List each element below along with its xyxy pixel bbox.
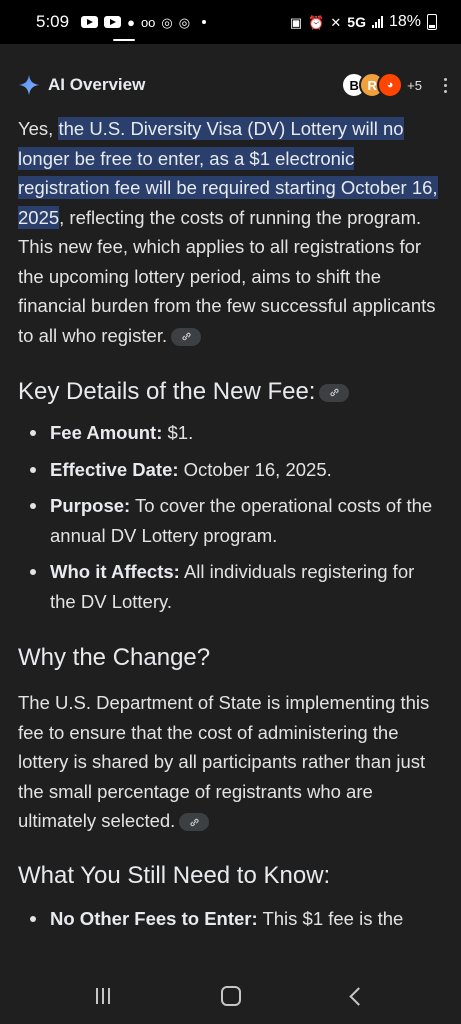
notification-indicator bbox=[113, 39, 135, 41]
ai-overview-content: Yes, the U.S. Diversity Visa (DV) Lotter… bbox=[18, 114, 443, 933]
lock-icon: ▣ bbox=[289, 14, 303, 30]
back-button[interactable] bbox=[349, 986, 369, 1006]
list-item-text: $1. bbox=[162, 422, 194, 443]
link-icon bbox=[330, 388, 339, 397]
sparkle-icon bbox=[18, 74, 40, 96]
list-item-label: Purpose: bbox=[50, 495, 131, 516]
list-item-label: Fee Amount: bbox=[50, 422, 163, 443]
still-know-list: No Other Fees to Enter: This $1 fee is t… bbox=[18, 904, 443, 934]
list-item-text: October 16, 2025. bbox=[178, 458, 332, 480]
youtube-icon bbox=[81, 16, 99, 28]
sources-count: +5 bbox=[407, 77, 422, 93]
list-item: Purpose: To cover the operational costs … bbox=[18, 491, 443, 550]
source-link-chip[interactable] bbox=[319, 383, 350, 402]
recents-button[interactable] bbox=[95, 988, 110, 1004]
why-paragraph: The U.S. Department of State is implemen… bbox=[18, 688, 443, 836]
reddit-icon: ◕ bbox=[377, 72, 404, 98]
battery-percent: 18% bbox=[388, 13, 421, 30]
source-link-chip[interactable] bbox=[171, 327, 202, 346]
link-icon bbox=[190, 818, 199, 826]
why-text: The U.S. Department of State is implemen… bbox=[18, 692, 430, 831]
ai-overview-header: AI Overview B R ◕ +5 bbox=[18, 68, 447, 102]
mute-icon: ✕ bbox=[330, 14, 342, 30]
more-options-icon[interactable] bbox=[444, 77, 447, 93]
network-type: 5G bbox=[347, 14, 366, 30]
intro-suffix: , reflecting the costs of running the pr… bbox=[18, 206, 436, 346]
home-button[interactable] bbox=[220, 986, 241, 1006]
chrome-icon: ◎ bbox=[178, 14, 191, 30]
signal-icon bbox=[371, 16, 383, 28]
status-bar: 5:09 ● oo ◎ ◎ ▣ ⏰ ✕ 5G 18% bbox=[0, 0, 461, 44]
chrome-icon: ◎ bbox=[161, 14, 173, 30]
intro-paragraph: Yes, the U.S. Diversity Visa (DV) Lotter… bbox=[18, 114, 443, 350]
voicemail-icon: oo bbox=[140, 14, 156, 30]
why-heading: Why the Change? bbox=[18, 644, 211, 671]
key-details-heading: Key Details of the New Fee: bbox=[18, 376, 443, 408]
list-item-label: No Other Fees to Enter: bbox=[50, 907, 258, 929]
ai-overview-title: AI Overview bbox=[48, 75, 146, 94]
list-item: Effective Date: October 16, 2025. bbox=[18, 455, 443, 485]
list-item-label: Effective Date: bbox=[50, 458, 179, 480]
battery-icon bbox=[427, 14, 437, 30]
list-item: Fee Amount: $1. bbox=[18, 418, 443, 448]
list-item: No Other Fees to Enter: This $1 fee is t… bbox=[18, 904, 443, 934]
key-details-heading-text: Key Details of the New Fee: bbox=[18, 378, 316, 405]
status-time: 5:09 bbox=[36, 12, 70, 31]
intro-prefix: Yes, bbox=[18, 118, 59, 139]
list-item: Who it Affects: All individuals register… bbox=[18, 557, 443, 616]
sources-button[interactable]: B R ◕ +5 bbox=[341, 72, 422, 98]
navigation-bar bbox=[0, 968, 461, 1024]
more-notifications-icon bbox=[202, 20, 207, 24]
source-link-chip[interactable] bbox=[179, 813, 210, 832]
key-details-list: Fee Amount: $1. Effective Date: October … bbox=[18, 418, 443, 616]
list-item-text: This $1 fee is the bbox=[257, 907, 404, 929]
still-know-heading: What You Still Need to Know: bbox=[18, 861, 331, 889]
link-icon bbox=[182, 332, 191, 341]
list-item-label: Who it Affects: bbox=[50, 561, 180, 582]
alarm-icon: ⏰ bbox=[308, 14, 325, 30]
account-icon: ● bbox=[127, 14, 135, 30]
youtube-icon bbox=[104, 16, 122, 28]
